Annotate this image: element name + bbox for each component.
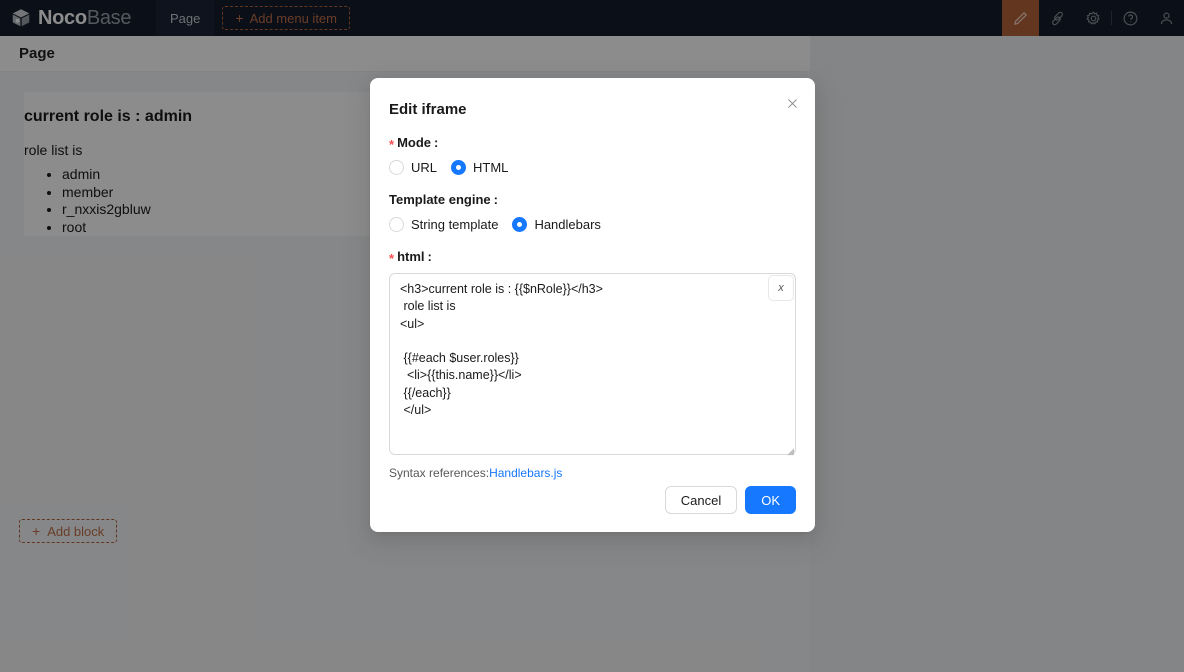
required-asterisk: *	[389, 138, 394, 151]
dialog-footer: Cancel OK	[665, 486, 796, 514]
engine-radio-string-template[interactable]: String template	[389, 217, 498, 232]
edit-iframe-dialog: Edit iframe * Mode : URL HTML Template e…	[370, 78, 815, 532]
syntax-references: Syntax references:Handlebars.js	[389, 466, 796, 480]
required-asterisk: *	[389, 252, 394, 265]
close-icon[interactable]	[779, 90, 805, 116]
mode-field-label: * Mode :	[389, 135, 796, 150]
radio-icon-selected	[451, 160, 466, 175]
html-input[interactable]	[389, 273, 796, 455]
template-engine-label-text: Template engine	[389, 192, 491, 207]
mode-radio-html[interactable]: HTML	[451, 160, 508, 175]
handlebars-docs-link[interactable]: Handlebars.js	[489, 466, 562, 480]
mode-radio-url[interactable]: URL	[389, 160, 437, 175]
radio-icon-selected	[512, 217, 527, 232]
html-input-wrapper: x ◢	[389, 273, 796, 460]
mode-label-colon: :	[434, 135, 438, 150]
template-engine-label-colon: :	[494, 192, 498, 207]
engine-radio-string-template-label: String template	[411, 217, 498, 232]
syntax-references-prefix: Syntax references:	[389, 466, 489, 480]
html-field-label: * html :	[389, 249, 796, 264]
mode-radio-html-label: HTML	[473, 160, 508, 175]
template-engine-radio-group: String template Handlebars	[389, 217, 796, 232]
radio-icon	[389, 217, 404, 232]
template-engine-field-label: Template engine :	[389, 192, 796, 207]
html-label-text: html	[397, 249, 424, 264]
cancel-button[interactable]: Cancel	[665, 486, 737, 514]
close-glyph	[786, 97, 799, 110]
engine-radio-handlebars-label: Handlebars	[534, 217, 601, 232]
mode-radio-url-label: URL	[411, 160, 437, 175]
mode-radio-group: URL HTML	[389, 160, 796, 175]
html-label-colon: :	[428, 249, 432, 264]
ok-button[interactable]: OK	[745, 486, 796, 514]
dialog-title: Edit iframe	[389, 101, 796, 118]
insert-variable-button[interactable]: x	[768, 275, 794, 301]
radio-icon	[389, 160, 404, 175]
mode-label-text: Mode	[397, 135, 431, 150]
engine-radio-handlebars[interactable]: Handlebars	[512, 217, 601, 232]
